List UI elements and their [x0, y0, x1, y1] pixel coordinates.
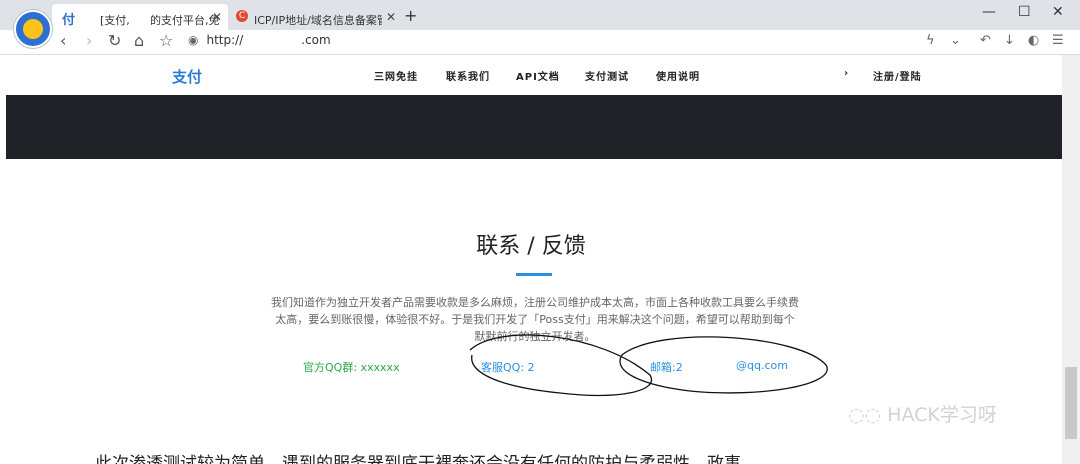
close-tab-icon[interactable]: ✕: [386, 10, 396, 24]
url-prefix: http://: [206, 33, 244, 47]
maximize-button[interactable]: ☐: [1018, 4, 1031, 20]
globe-icon: ◉: [188, 33, 199, 47]
download-icon[interactable]: ↓: [1004, 33, 1015, 48]
extension-icon[interactable]: ◐: [1028, 33, 1039, 48]
minimize-button[interactable]: —: [982, 4, 996, 20]
tab-label-part-2: 的支付平台,免: [150, 14, 220, 27]
close-window-button[interactable]: ✕: [1052, 4, 1064, 20]
new-tab-button[interactable]: +: [404, 6, 417, 25]
article-text: 此次渗透测试较为简单，遇到的服务器到底干裸奔还会没有任何的防护与柔弱性，政事: [95, 454, 741, 464]
watermark: ◌◌ HACK学习呀: [848, 404, 997, 426]
url-field[interactable]: ◉ http:// .com: [188, 33, 331, 47]
pay-site-favicon-icon: 付: [62, 13, 76, 28]
icp-favicon-icon: C: [236, 10, 248, 22]
wechat-icon: ◌◌: [848, 404, 882, 426]
bookmark-star-icon[interactable]: ☆: [159, 31, 173, 50]
forward-button[interactable]: ›: [86, 31, 92, 50]
menu-icon[interactable]: ☰: [1052, 33, 1064, 48]
lightning-icon[interactable]: ϟ: [926, 33, 935, 48]
scrollbar-thumb[interactable]: [1065, 367, 1077, 439]
undo-icon[interactable]: ↶: [980, 33, 991, 48]
refresh-button[interactable]: ↻: [108, 31, 121, 50]
tab-label: ICP/IP地址/域名信息备案管理系统: [254, 14, 382, 27]
close-tab-icon[interactable]: ✕: [212, 10, 222, 24]
back-button[interactable]: ‹: [60, 31, 66, 50]
tab-pay-site[interactable]: 付 [支付, 的支付平台,免 ✕: [52, 4, 228, 30]
chevron-down-icon[interactable]: ⌄: [950, 33, 961, 48]
web-page: 支付 三网免挂 联系我们 API文档 支付测试 使用说明 › 注册/登陆 联系 …: [0, 55, 1062, 464]
tab-label-part-1: [支付,: [100, 14, 130, 27]
tab-icp-lookup[interactable]: C ICP/IP地址/域名信息备案管理系统 ✕: [232, 4, 402, 30]
home-button[interactable]: ⌂: [134, 31, 144, 50]
url-suffix: .com: [301, 33, 331, 47]
scrollbar[interactable]: [1062, 55, 1080, 464]
browser-logo-icon[interactable]: [14, 10, 52, 48]
